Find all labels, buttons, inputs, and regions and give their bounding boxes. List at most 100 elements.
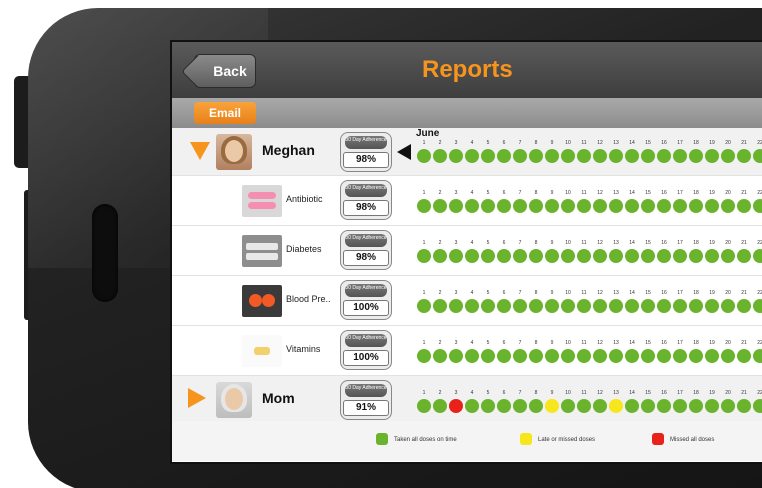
day-cell[interactable]: 6 [496,240,512,270]
day-cell[interactable]: 1 [416,340,432,370]
collapse-triangle-icon[interactable] [190,142,210,160]
day-cell[interactable]: 17 [672,190,688,220]
day-cell[interactable]: 8 [528,190,544,220]
day-cell[interactable]: 14 [624,190,640,220]
day-cell[interactable]: 12 [592,140,608,170]
day-cell[interactable]: 13 [608,190,624,220]
day-cell[interactable]: 17 [672,290,688,320]
day-cell[interactable]: 21 [736,340,752,370]
day-cell[interactable]: 13 [608,140,624,170]
day-cell[interactable]: 4 [464,290,480,320]
day-cell[interactable]: 11 [576,340,592,370]
day-cell[interactable]: 21 [736,390,752,420]
day-cell[interactable]: 6 [496,190,512,220]
medication-row[interactable]: Antibiotic 30 Day Adherence 98% 1 2 3 4 5 6 7 8 9 10… [172,176,762,226]
day-cell[interactable]: 9 [544,140,560,170]
day-cell[interactable]: 18 [688,240,704,270]
day-cell[interactable]: 15 [640,290,656,320]
day-cell[interactable]: 1 [416,290,432,320]
day-cell[interactable]: 13 [608,290,624,320]
expand-triangle-icon[interactable] [188,388,206,408]
day-cell[interactable]: 11 [576,140,592,170]
day-cell[interactable]: 2 [432,390,448,420]
day-cell[interactable]: 12 [592,290,608,320]
day-cell[interactable]: 2 [432,290,448,320]
email-button[interactable]: Email [194,102,256,124]
day-cell[interactable]: 8 [528,140,544,170]
day-cell[interactable]: 19 [704,240,720,270]
day-cell[interactable]: 10 [560,340,576,370]
day-cell[interactable]: 15 [640,340,656,370]
day-cell[interactable]: 3 [448,290,464,320]
day-cell[interactable]: 16 [656,340,672,370]
day-cell[interactable]: 3 [448,390,464,420]
day-cell[interactable]: 7 [512,140,528,170]
person-row[interactable]: Mom 30 Day Adherence 91% 1 2 3 4 5 6 7 8 9 10 11 12 13 1… [172,376,762,424]
day-cell[interactable]: 15 [640,240,656,270]
day-cell[interactable]: 15 [640,140,656,170]
medication-row[interactable]: Vitamins 30 Day Adherence 100% 1 2 3 4 5 6 7 8 9 10 1… [172,326,762,376]
day-cell[interactable]: 6 [496,390,512,420]
day-cell[interactable]: 15 [640,390,656,420]
day-cell[interactable]: 7 [512,390,528,420]
day-cell[interactable]: 3 [448,190,464,220]
person-row[interactable]: Meghan 30 Day Adherence 98% June 1 2 3 4 5 6 7 8 9 10… [172,128,762,176]
day-cell[interactable]: 14 [624,240,640,270]
day-cell[interactable]: 21 [736,240,752,270]
day-cell[interactable]: 1 [416,190,432,220]
day-cell[interactable]: 20 [720,290,736,320]
day-cell[interactable]: 19 [704,140,720,170]
day-cell[interactable]: 7 [512,190,528,220]
day-cell[interactable]: 12 [592,390,608,420]
day-cell[interactable]: 21 [736,290,752,320]
day-cell[interactable]: 22 [752,190,762,220]
day-cell[interactable]: 20 [720,390,736,420]
day-cell[interactable]: 22 [752,240,762,270]
day-cell[interactable]: 12 [592,240,608,270]
day-cell[interactable]: 5 [480,240,496,270]
day-cell[interactable]: 1 [416,140,432,170]
day-cell[interactable]: 14 [624,290,640,320]
day-cell[interactable]: 2 [432,340,448,370]
day-cell[interactable]: 7 [512,290,528,320]
day-cell[interactable]: 5 [480,290,496,320]
day-cell[interactable]: 12 [592,190,608,220]
day-cell[interactable]: 5 [480,140,496,170]
day-cell[interactable]: 10 [560,190,576,220]
day-cell[interactable]: 9 [544,240,560,270]
day-cell[interactable]: 4 [464,140,480,170]
day-cell[interactable]: 17 [672,340,688,370]
day-cell[interactable]: 6 [496,340,512,370]
day-cell[interactable]: 7 [512,340,528,370]
day-cell[interactable]: 4 [464,240,480,270]
day-cell[interactable]: 10 [560,240,576,270]
day-cell[interactable]: 18 [688,340,704,370]
day-cell[interactable]: 17 [672,390,688,420]
day-cell[interactable]: 22 [752,290,762,320]
day-cell[interactable]: 22 [752,340,762,370]
day-cell[interactable]: 9 [544,190,560,220]
day-cell[interactable]: 15 [640,190,656,220]
day-cell[interactable]: 18 [688,190,704,220]
day-cell[interactable]: 18 [688,140,704,170]
day-cell[interactable]: 21 [736,190,752,220]
day-cell[interactable]: 20 [720,190,736,220]
day-cell[interactable]: 10 [560,390,576,420]
day-cell[interactable]: 11 [576,240,592,270]
day-cell[interactable]: 3 [448,140,464,170]
day-cell[interactable]: 11 [576,190,592,220]
day-cell[interactable]: 22 [752,140,762,170]
day-cell[interactable]: 3 [448,340,464,370]
day-cell[interactable]: 1 [416,390,432,420]
day-cell[interactable]: 11 [576,390,592,420]
day-cell[interactable]: 4 [464,390,480,420]
day-cell[interactable]: 16 [656,390,672,420]
day-cell[interactable]: 18 [688,290,704,320]
day-cell[interactable]: 8 [528,240,544,270]
day-cell[interactable]: 2 [432,240,448,270]
day-cell[interactable]: 9 [544,340,560,370]
day-cell[interactable]: 11 [576,290,592,320]
day-cell[interactable]: 16 [656,290,672,320]
day-cell[interactable]: 9 [544,390,560,420]
day-cell[interactable]: 22 [752,390,762,420]
